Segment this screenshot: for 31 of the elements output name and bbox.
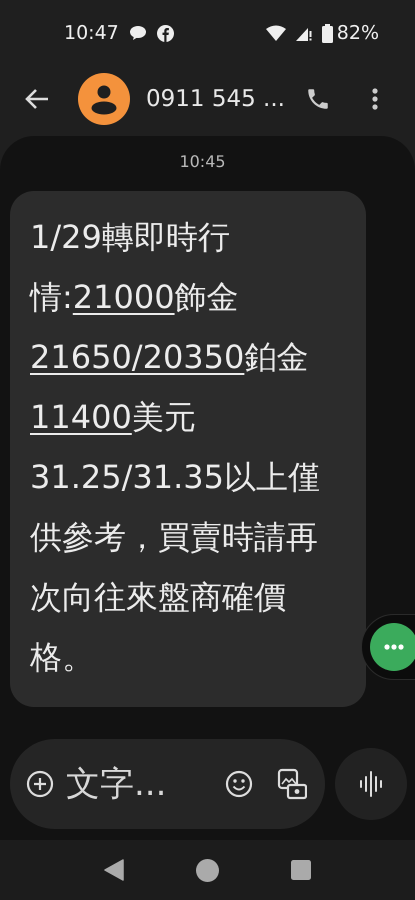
battery-icon xyxy=(322,24,333,42)
square-icon xyxy=(291,860,311,880)
compose-field[interactable]: 文字... xyxy=(10,739,325,829)
emoji-button[interactable] xyxy=(225,770,253,798)
message-timestamp: 10:45 xyxy=(179,152,226,171)
message-text: 1/29轉即時行情:21000飾金 21650/20350鉑金 11400美元31.25/31.35以上僅供參考，買賣時請再次向往來盤商確價格。 xyxy=(30,217,321,678)
more-vertical-icon xyxy=(372,88,378,110)
number-link[interactable]: 21650/20350 xyxy=(30,338,244,376)
number-link[interactable]: 11400 xyxy=(30,398,132,436)
clock-time: 10:47 xyxy=(64,22,119,44)
sound-wave-icon xyxy=(359,770,383,798)
avatar-icon xyxy=(78,73,130,125)
back-nav-button[interactable] xyxy=(104,859,124,881)
wifi-icon xyxy=(266,25,286,41)
message-input-field[interactable]: 文字... xyxy=(64,763,215,805)
number-link[interactable]: 21000 xyxy=(72,278,175,316)
chat-bubble-icon xyxy=(128,25,147,41)
smiley-icon xyxy=(225,770,253,798)
home-button[interactable] xyxy=(196,858,219,882)
add-button[interactable] xyxy=(26,770,54,798)
image-camera-icon xyxy=(277,768,307,800)
circle-icon xyxy=(196,858,219,882)
dots-icon xyxy=(384,644,404,650)
contact-name: 0911 545 ... xyxy=(146,86,286,112)
plus-circle-icon xyxy=(26,770,54,798)
facebook-icon xyxy=(156,24,174,42)
gallery-button[interactable] xyxy=(277,768,307,800)
battery-percent: 82% xyxy=(336,22,379,44)
triangle-icon xyxy=(104,859,124,881)
arrow-left-icon xyxy=(24,88,50,110)
more-actions-button[interactable] xyxy=(370,623,415,671)
